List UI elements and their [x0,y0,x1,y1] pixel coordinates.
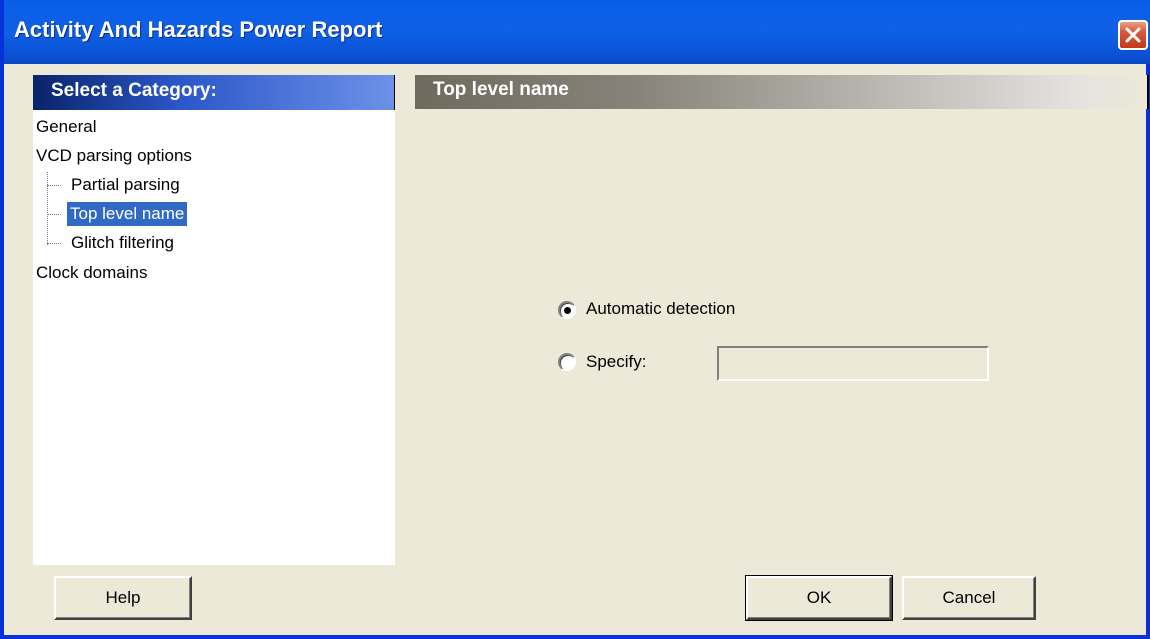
automatic-detection-radio[interactable] [558,301,576,319]
section-header: Top level name [415,75,1149,109]
help-button[interactable]: Help [54,576,192,620]
tree-item-glitch-filtering[interactable]: Glitch filtering [71,231,174,255]
tree-item-clock-domains[interactable]: Clock domains [36,261,148,285]
category-panel: Select a Category: General VCD parsing o… [33,75,395,565]
tree-item-top-level-name[interactable]: Top level name [67,202,188,226]
tree-connector [47,185,61,186]
title-bar[interactable]: Activity And Hazards Power Report [4,0,1150,64]
tree-item-partial-parsing[interactable]: Partial parsing [71,173,180,197]
close-icon [1125,27,1141,43]
category-header-label: Select a Category: [51,80,217,101]
specify-radio[interactable] [558,353,576,371]
window-title: Activity And Hazards Power Report [14,17,383,42]
tree-item-general[interactable]: General [36,115,96,139]
tree-connector [47,243,61,244]
section-title: Top level name [433,79,569,100]
tree-connector [47,172,48,245]
tree-connector [47,214,61,215]
specify-input[interactable] [717,346,989,381]
specify-label[interactable]: Specify: [586,352,646,372]
dialog-window: Activity And Hazards Power Report Select… [0,0,1150,639]
close-button[interactable] [1118,20,1148,50]
category-header: Select a Category: [33,75,395,110]
radio-selected-icon [564,307,571,314]
cancel-button[interactable]: Cancel [902,576,1036,620]
ok-button[interactable]: OK [745,575,893,621]
automatic-detection-label[interactable]: Automatic detection [586,299,735,319]
tree-item-vcd-parsing-options[interactable]: VCD parsing options [36,144,192,168]
